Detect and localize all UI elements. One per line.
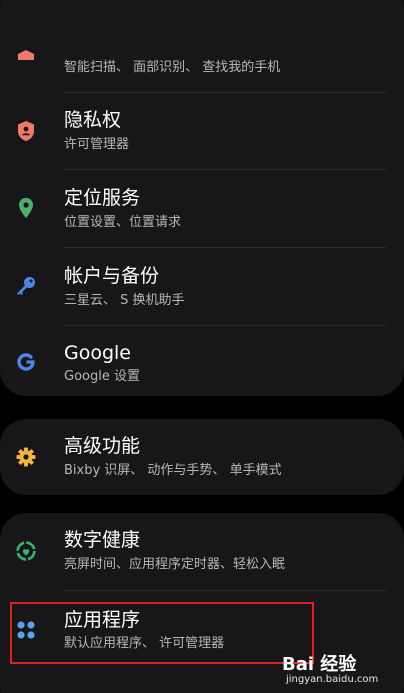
location-title: 定位服务	[64, 187, 141, 209]
advanced-row[interactable]: 高级功能 Bixby 识屏、 动作与手势、 单手模式	[0, 419, 404, 495]
wellbeing-subtitle: 亮屏时间、应用程序定时器、轻松入眠	[64, 557, 286, 572]
google-g-icon	[14, 350, 38, 374]
accounts-row[interactable]: 帐户与备份 三星云、 S 换机助手	[0, 248, 404, 325]
google-subtitle: Google 设置	[64, 369, 140, 384]
advanced-subtitle: Bixby 识屏、 动作与手势、 单手模式	[64, 463, 282, 478]
google-title: Google	[64, 342, 132, 364]
highlight-annotation	[10, 602, 314, 664]
location-pin-icon	[14, 196, 38, 220]
advanced-title: 高级功能	[64, 435, 141, 457]
accounts-subtitle: 三星云、 S 换机助手	[64, 293, 185, 308]
security-icon	[14, 48, 38, 60]
security-subtitle: 智能扫描、 面部识别、 查找我的手机	[64, 60, 281, 75]
location-row[interactable]: 定位服务 位置设置、位置请求	[0, 170, 404, 247]
privacy-row[interactable]: 隐私权 许可管理器	[0, 93, 404, 169]
wellbeing-row[interactable]: 数字健康 亮屏时间、应用程序定时器、轻松入眠	[0, 513, 404, 590]
settings-screen: 设置 智能扫描、 面部识别、 查找我的手机 隐私权 许可管理器	[0, 0, 404, 693]
baidu-watermark: Bai 经验 jingyan.baidu.com	[276, 648, 398, 692]
privacy-subtitle: 许可管理器	[64, 137, 130, 152]
location-subtitle: 位置设置、位置请求	[64, 215, 182, 230]
accounts-title: 帐户与备份	[64, 265, 160, 287]
privacy-shield-icon	[14, 119, 38, 143]
privacy-title: 隐私权	[64, 109, 122, 131]
watermark-url: jingyan.baidu.com	[286, 674, 379, 685]
wellbeing-icon	[14, 539, 38, 563]
watermark-logo: Bai 经验	[282, 654, 357, 675]
security-row[interactable]: 智能扫描、 面部识别、 查找我的手机	[0, 34, 404, 92]
wellbeing-title: 数字健康	[64, 529, 141, 551]
key-icon	[14, 274, 38, 298]
google-row[interactable]: Google Google 设置	[0, 326, 404, 396]
gear-icon	[14, 445, 38, 469]
